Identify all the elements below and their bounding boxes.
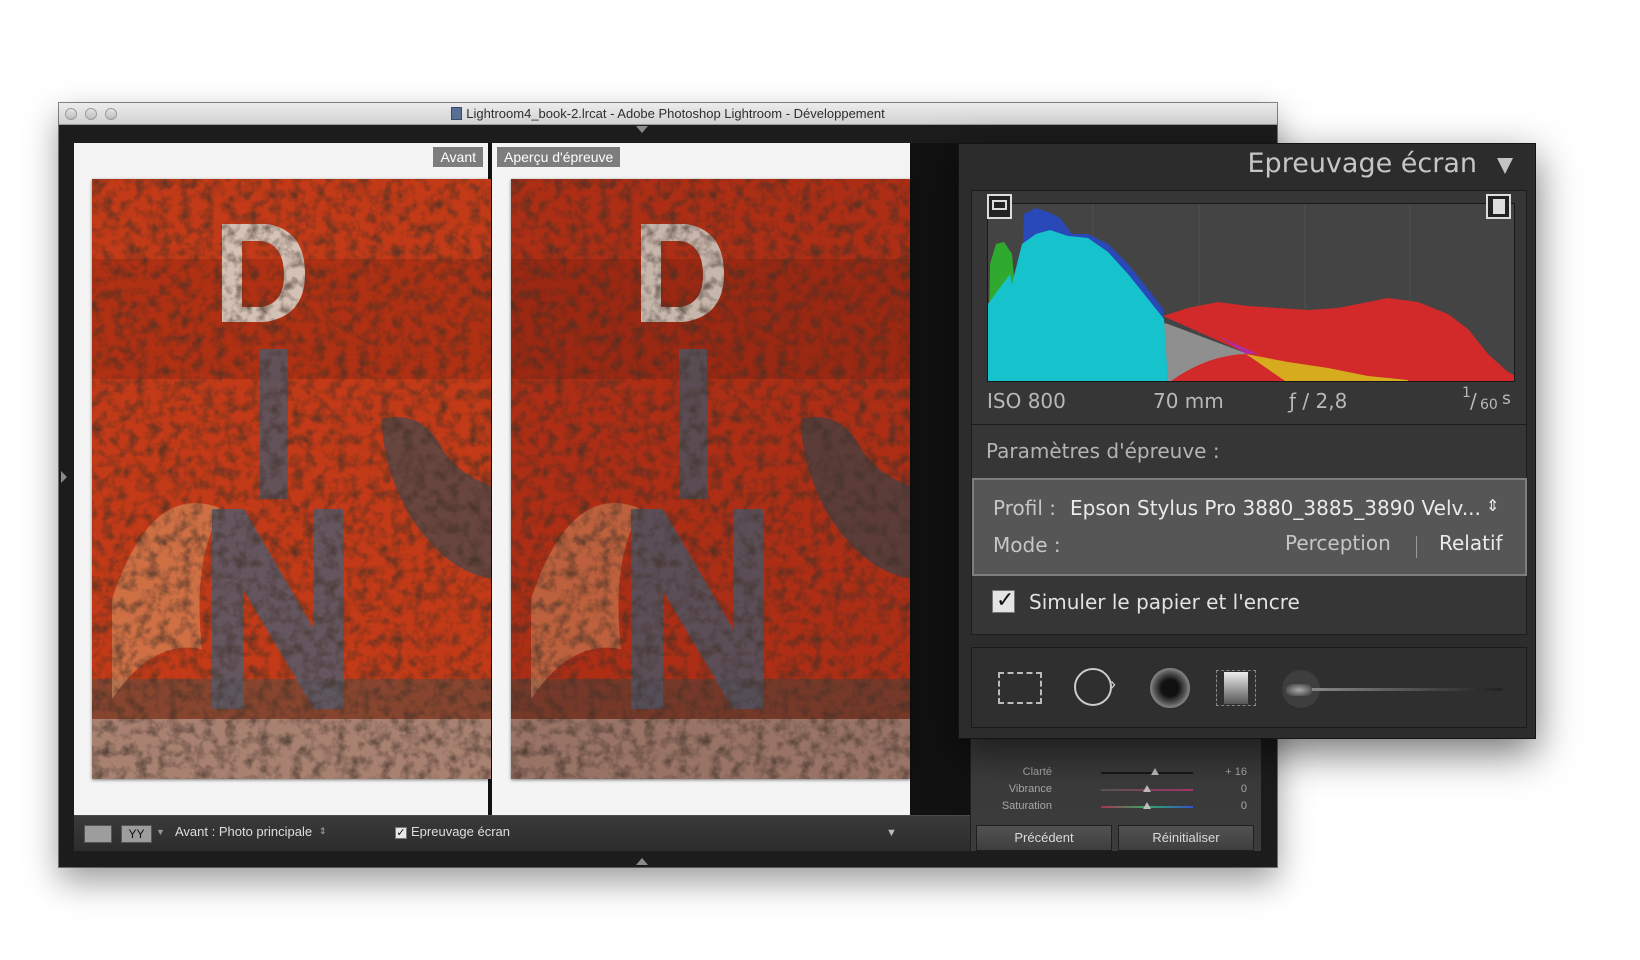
spot-removal-icon[interactable]: › [1068,662,1122,712]
highlight-clipping-icon[interactable] [1486,194,1511,219]
page-glyph [1493,199,1505,214]
before-pane: Avant [74,143,491,815]
after-pane: Aperçu d'épreuve [492,143,910,815]
gradient-fill-glyph [1224,672,1248,704]
window-title: Lightroom4_book-2.lrcat - Adobe Photosho… [466,106,885,121]
slider-saturation[interactable]: Saturation 0 [971,799,1262,815]
proof-settings: Paramètres d'épreuve : Profil : Epson St… [971,425,1527,635]
toolbar-content-dropdown-icon[interactable]: ▼ [886,827,897,839]
check-mark-icon: ✓ [996,587,1015,612]
mode-label: Mode : [993,533,1061,557]
slider-clarity[interactable]: Clarté + 16 [971,765,1262,781]
profile-label: Profil : [993,496,1056,520]
eye-glyph [1150,668,1190,708]
slider-label: Vibrance [1008,783,1052,795]
soft-proofing-panel: Epreuvage écran ISO 800 70 mm ƒ / 2,8 1 … [958,143,1536,739]
exif-shutter-slash: / [1470,389,1477,413]
slider-vibrance[interactable]: Vibrance 0 [971,782,1262,798]
tool-strip: › [971,647,1527,728]
crop-overlay-icon[interactable] [992,662,1046,712]
brush-handle-glyph [1312,688,1502,691]
histogram-box: ISO 800 70 mm ƒ / 2,8 1 / 60 s [971,190,1527,425]
adjustment-brush-icon[interactable] [1278,662,1508,712]
before-label: Avant [433,147,483,167]
left-panel-toggle-icon[interactable] [61,471,67,483]
view-mode-dropdown-icon[interactable]: ▼ [156,827,165,837]
reset-button[interactable]: Réinitialiser [1118,825,1254,851]
before-select[interactable]: Avant : Photo principale [175,824,312,839]
slider-label: Clarté [1022,766,1052,778]
loupe-view-button[interactable] [84,825,112,843]
after-photo[interactable] [511,179,910,779]
compare-view: Avant Aperçu d'épreuve [74,143,970,815]
mode-divider [1416,536,1417,558]
panel-collapse-icon[interactable] [1497,158,1513,174]
profile-settings-box: Profil : Epson Stylus Pro 3880_3885_3890… [972,478,1527,576]
simulate-paper-label: Simuler le papier et l'encre [1029,590,1300,614]
bottom-toolbar: YY ▼ Avant : Photo principale ⇕ ✓ Epreuv… [74,815,970,851]
spot-circle-glyph [1074,668,1112,706]
after-label: Aperçu d'épreuve [497,147,621,167]
exif-iso: ISO 800 [987,389,1066,413]
window-title-wrap: Lightroom4_book-2.lrcat - Adobe Photosho… [59,106,1277,121]
exif-shutter-denominator: 60 [1480,397,1498,413]
exif-aperture: ƒ / 2,8 [1289,389,1348,413]
slider-value: 0 [1240,783,1247,795]
proof-checkbox[interactable]: ✓ [395,827,407,839]
monitor-glyph [992,200,1007,210]
red-eye-icon[interactable] [1144,662,1198,712]
slider-knob[interactable] [1143,802,1151,809]
mode-option-perception[interactable]: Perception [1285,531,1391,555]
histogram [987,203,1515,382]
mode-option-relative[interactable]: Relatif [1439,531,1503,555]
profile-stepper-icon[interactable]: ⇕ [1486,496,1499,515]
slider-knob[interactable] [1143,785,1151,792]
spot-arrow-glyph: › [1110,674,1116,694]
bottom-panel-toggle-icon[interactable] [636,858,648,865]
document-icon [451,107,463,120]
slider-label: Saturation [1001,800,1052,812]
brush-tip-glyph [1286,684,1312,696]
before-after-view-button[interactable]: YY [121,825,152,843]
proof-checkbox-label: Epreuvage écran [411,824,511,839]
slider-value: + 16 [1225,766,1247,778]
slider-value: 0 [1240,800,1247,812]
exif-shutter-unit: s [1502,389,1511,409]
proof-settings-title: Paramètres d'épreuve : [986,439,1220,463]
profile-select[interactable]: Epson Stylus Pro 3880_3885_3890 Velv... [1070,496,1481,520]
simulate-paper-checkbox[interactable]: ✓ [992,587,1015,613]
title-bar: Lightroom4_book-2.lrcat - Adobe Photosho… [59,103,1277,125]
graduated-filter-icon[interactable] [1208,662,1262,712]
slider-track[interactable] [1101,772,1193,774]
previous-button[interactable]: Précédent [976,825,1112,851]
before-select-stepper-icon[interactable]: ⇕ [319,826,327,837]
slider-knob[interactable] [1151,768,1159,775]
top-panel-toggle-icon[interactable] [636,126,648,133]
exif-focal-length: 70 mm [1153,389,1224,413]
shadow-clipping-icon[interactable] [987,194,1012,219]
before-photo[interactable] [92,179,491,779]
crop-glyph [998,672,1042,704]
panel-title: Epreuvage écran [1247,148,1478,179]
